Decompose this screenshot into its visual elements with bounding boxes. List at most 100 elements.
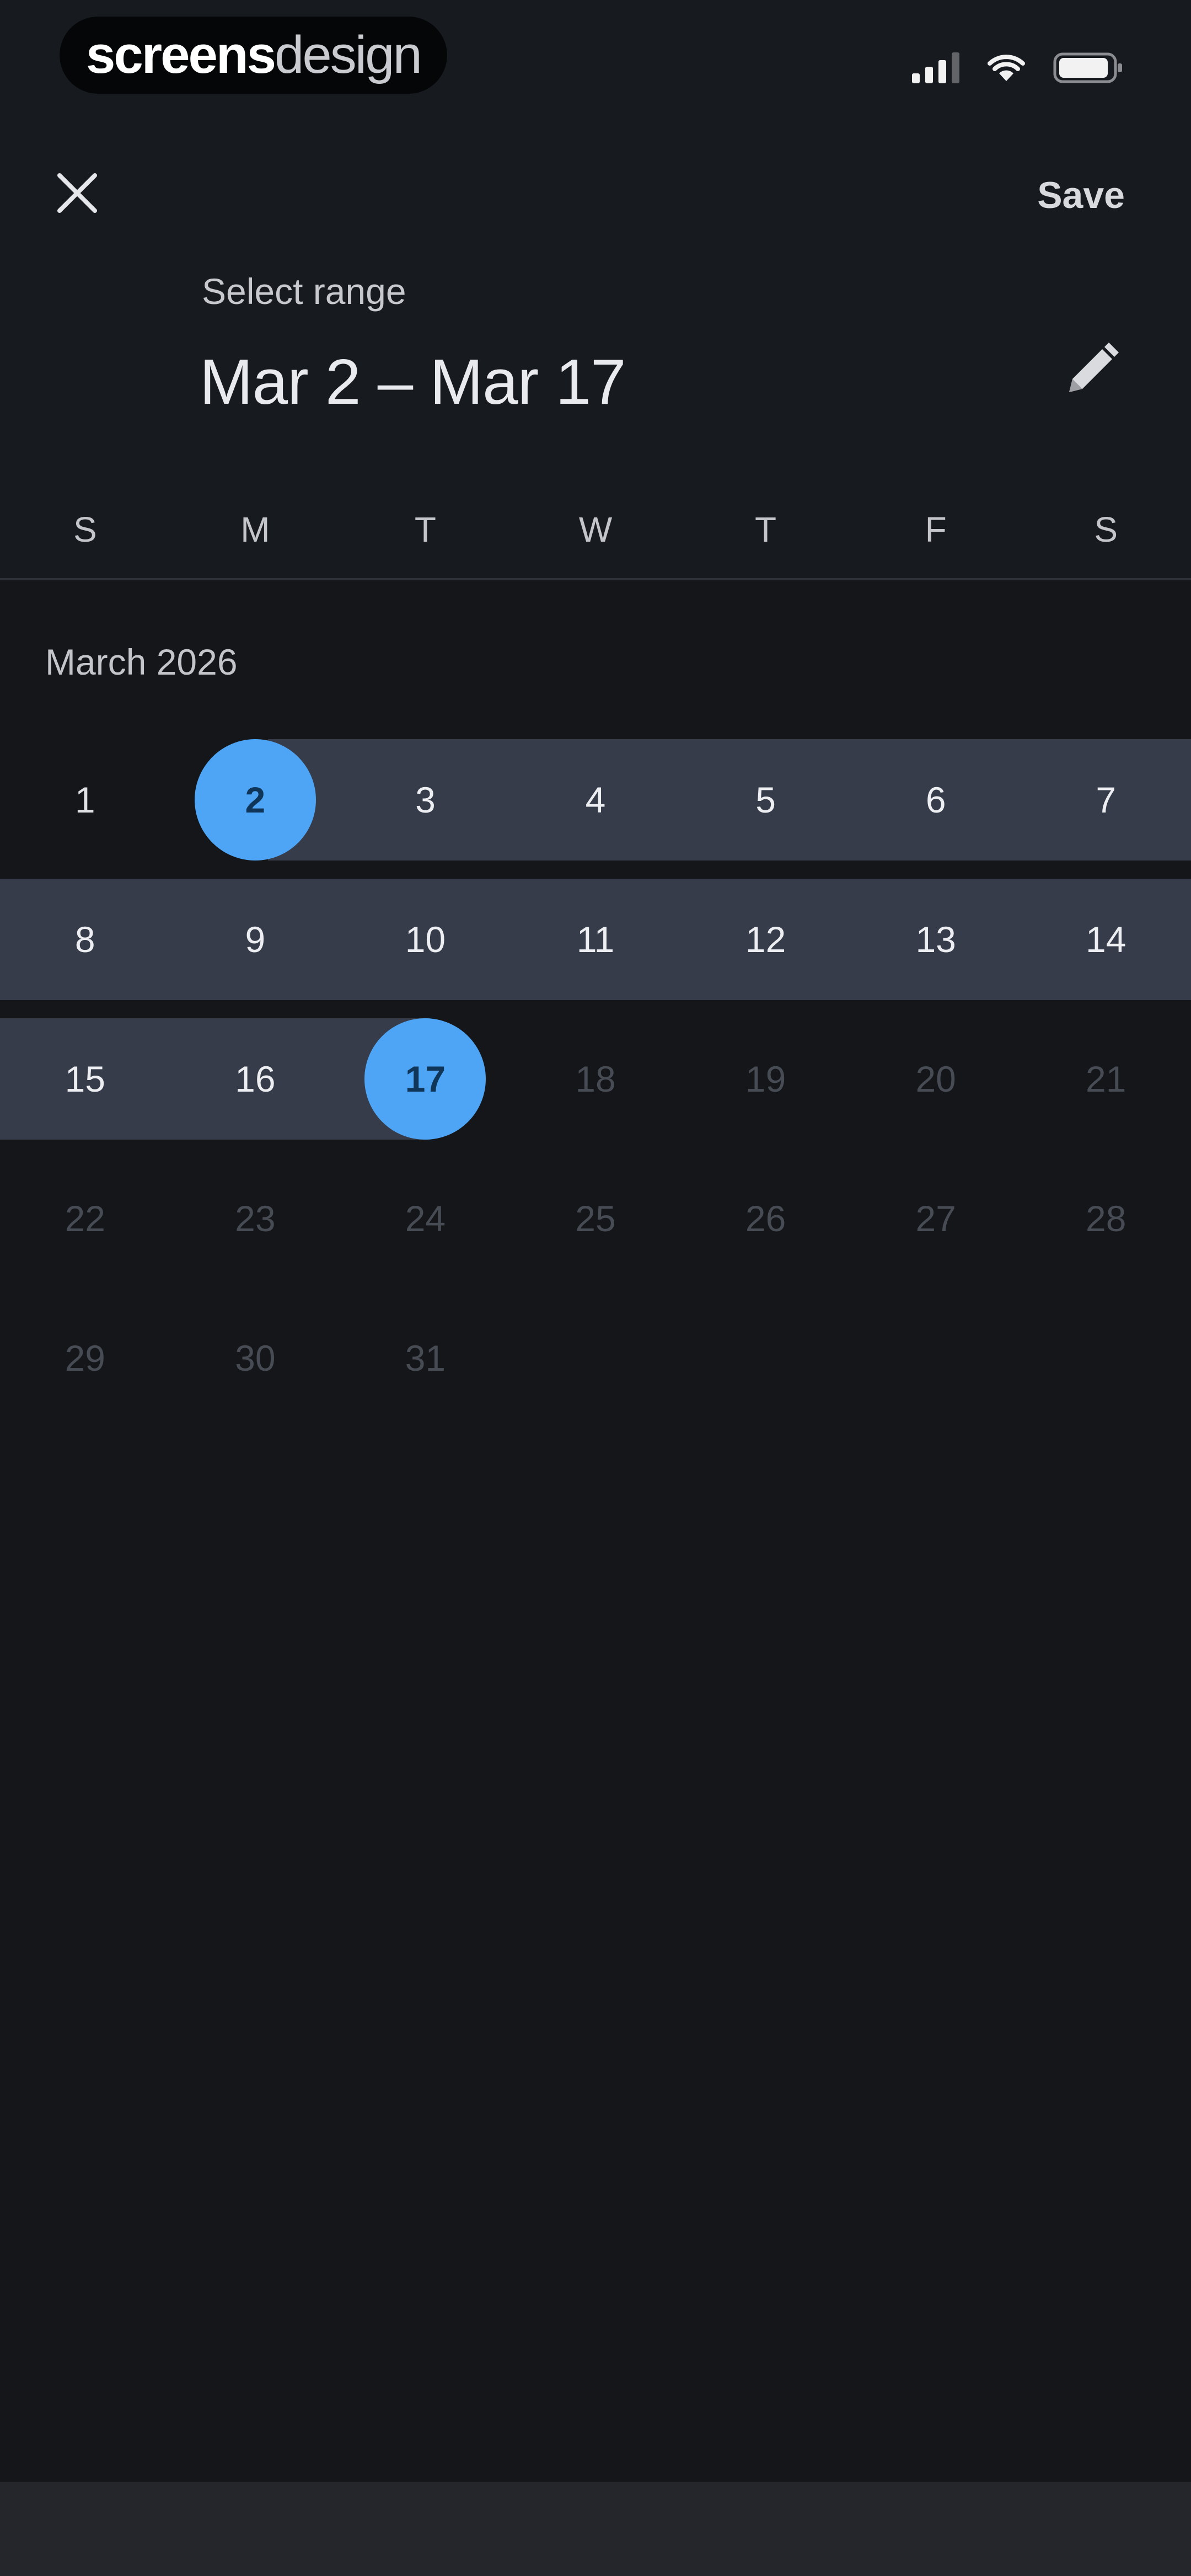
weekday-thursday: T — [755, 510, 777, 549]
calendar-day[interactable]: 28 — [1021, 1158, 1191, 1279]
wifi-icon — [987, 52, 1026, 83]
day-label: 14 — [1086, 919, 1126, 960]
header-divider — [0, 578, 1191, 580]
day-label: 8 — [74, 919, 95, 960]
day-label: 12 — [745, 919, 786, 960]
calendar-day[interactable]: 11 — [511, 879, 681, 1000]
day-label: 29 — [65, 1338, 105, 1378]
calendar-day[interactable]: 5 — [680, 739, 851, 861]
day-label: 19 — [745, 1059, 786, 1099]
day-label: 21 — [1086, 1059, 1126, 1099]
day-label: 20 — [915, 1059, 956, 1099]
calendar-week: 8 9 10 11 12 13 14 — [0, 879, 1191, 1000]
edit-range-button[interactable] — [1048, 325, 1136, 414]
calendar-day-range-end[interactable]: 17 — [340, 1018, 511, 1140]
day-label: 23 — [235, 1198, 276, 1239]
calendar-day[interactable]: 8 — [0, 879, 170, 1000]
day-label: 18 — [575, 1059, 616, 1099]
close-icon — [57, 173, 97, 213]
day-label: 1 — [74, 779, 95, 820]
day-label: 22 — [65, 1198, 105, 1239]
day-label: 17 — [364, 1018, 486, 1140]
day-label — [535, 1297, 656, 1419]
calendar-day[interactable]: 31 — [340, 1297, 511, 1419]
calendar-day[interactable]: 6 — [851, 739, 1021, 861]
day-label: 10 — [405, 919, 446, 960]
brand-logo-strong: screens — [86, 25, 276, 84]
save-button[interactable]: Save — [1037, 174, 1125, 217]
status-icons — [912, 49, 1125, 87]
calendar-day-empty — [680, 1297, 851, 1419]
bottom-bar — [0, 2482, 1191, 2576]
weekday-friday: F — [925, 510, 947, 549]
weekday-wednesday: W — [578, 510, 613, 549]
calendar-day[interactable]: 18 — [511, 1018, 681, 1140]
calendar-week: 15 16 17 18 19 20 21 — [0, 1018, 1191, 1140]
calendar-day[interactable]: 26 — [680, 1158, 851, 1279]
day-label: 2 — [194, 739, 316, 861]
calendar-day[interactable]: 3 — [340, 739, 511, 861]
weekday-tuesday: T — [414, 510, 436, 549]
calendar-day-empty — [851, 1297, 1021, 1419]
day-label — [875, 1297, 996, 1419]
weekday-saturday: S — [1094, 510, 1118, 549]
calendar-day[interactable]: 19 — [680, 1018, 851, 1140]
calendar-day[interactable]: 4 — [511, 739, 681, 861]
calendar-day-empty — [511, 1297, 681, 1419]
close-button[interactable] — [44, 160, 110, 226]
day-label: 4 — [585, 779, 606, 820]
calendar-day[interactable]: 22 — [0, 1158, 170, 1279]
day-label: 3 — [415, 779, 436, 820]
day-label: 6 — [925, 779, 946, 820]
day-label: 7 — [1096, 779, 1117, 820]
day-label: 9 — [245, 919, 266, 960]
weekday-sunday: S — [73, 510, 97, 549]
day-label: 13 — [915, 919, 956, 960]
calendar-day[interactable]: 29 — [0, 1297, 170, 1419]
day-label: 15 — [65, 1059, 105, 1099]
day-label: 24 — [405, 1198, 446, 1239]
day-label — [1045, 1297, 1167, 1419]
day-label: 27 — [915, 1198, 956, 1239]
pencil-icon — [1069, 343, 1119, 392]
day-label: 30 — [235, 1338, 276, 1378]
day-label: 31 — [405, 1338, 446, 1378]
month-label: March 2026 — [45, 642, 238, 682]
calendar-day[interactable]: 25 — [511, 1158, 681, 1279]
calendar-day[interactable]: 20 — [851, 1018, 1021, 1140]
date-range-header: Save Select range Mar 2 – Mar 17 S M T W… — [0, 121, 1191, 580]
brand-logo-light: design — [274, 25, 422, 84]
day-label: 26 — [745, 1198, 786, 1239]
calendar-day[interactable]: 9 — [170, 879, 341, 1000]
calendar-day[interactable]: 27 — [851, 1158, 1021, 1279]
calendar-day[interactable]: 13 — [851, 879, 1021, 1000]
day-label — [705, 1297, 827, 1419]
weekday-monday: M — [240, 510, 270, 549]
calendar-week: 22 23 24 25 26 27 28 — [0, 1158, 1191, 1279]
calendar-day-range-start[interactable]: 2 — [170, 739, 341, 861]
day-label: 28 — [1086, 1198, 1126, 1239]
day-label: 11 — [576, 919, 615, 960]
range-caption: Select range — [202, 271, 406, 312]
calendar-day[interactable]: 12 — [680, 879, 851, 1000]
calendar-week: 29 30 31 — [0, 1297, 1191, 1419]
calendar-day[interactable]: 21 — [1021, 1018, 1191, 1140]
calendar-day[interactable]: 1 — [0, 739, 170, 861]
calendar-week: 1 2 3 4 5 6 7 — [0, 739, 1191, 861]
calendar-day[interactable]: 10 — [340, 879, 511, 1000]
calendar-day[interactable]: 24 — [340, 1158, 511, 1279]
calendar-day[interactable]: 15 — [0, 1018, 170, 1140]
calendar-day[interactable]: 14 — [1021, 879, 1191, 1000]
day-label: 25 — [575, 1198, 616, 1239]
selected-range-text: Mar 2 – Mar 17 — [200, 346, 626, 418]
calendar-day[interactable]: 7 — [1021, 739, 1191, 861]
calendar-day[interactable]: 23 — [170, 1158, 341, 1279]
brand-logo: screens design — [60, 17, 447, 94]
signal-icon — [912, 52, 959, 83]
calendar-day-empty — [1021, 1297, 1191, 1419]
day-label: 5 — [755, 779, 776, 820]
day-label: 16 — [235, 1059, 276, 1099]
calendar-day[interactable]: 30 — [170, 1297, 341, 1419]
battery-icon — [1053, 51, 1125, 84]
calendar-day[interactable]: 16 — [170, 1018, 341, 1140]
